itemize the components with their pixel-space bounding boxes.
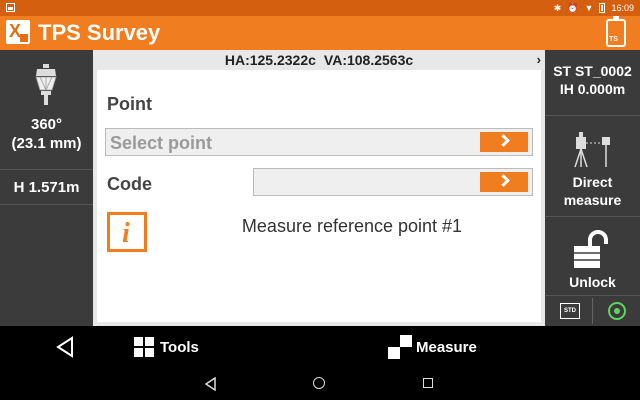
status-icons: ✱ ⏰ ▼ 16:09 bbox=[554, 2, 634, 14]
angle-readout: HA:125.2322c VA:108.2563c bbox=[93, 50, 545, 70]
total-station-icon bbox=[574, 132, 610, 168]
va-value: VA:108.2563c bbox=[323, 52, 414, 68]
point-select-button[interactable] bbox=[480, 132, 528, 152]
unlock-button[interactable]: Unlock bbox=[545, 218, 640, 296]
tools-label: Tools bbox=[160, 338, 199, 356]
app-header: TPS Survey TS bbox=[0, 16, 640, 50]
point-placeholder: Select point bbox=[110, 133, 213, 153]
info-message: Measure reference point #1 bbox=[241, 216, 463, 236]
ts-badge-text: TS bbox=[609, 36, 618, 43]
status-time: 16:09 bbox=[611, 3, 634, 13]
measure-button[interactable]: Measure bbox=[388, 334, 477, 360]
prism-constant: (23.1 mm) bbox=[11, 135, 82, 152]
measure-target-icon bbox=[388, 335, 412, 359]
bottom-app-bar: Tools Measure bbox=[0, 326, 640, 368]
home-icon[interactable] bbox=[313, 377, 325, 389]
unlock-icon bbox=[574, 230, 608, 268]
gallery-notification-icon bbox=[6, 3, 15, 12]
battery-icon bbox=[599, 3, 606, 13]
chevron-right-icon bbox=[497, 134, 510, 147]
form-area: Point Select point Code i Measure refere… bbox=[97, 70, 541, 322]
connection-status-icon[interactable] bbox=[608, 302, 626, 320]
main-panel: HA:125.2322c VA:108.2563c › Point Select … bbox=[93, 50, 545, 326]
screen: ✱ ⏰ ▼ 16:09 TPS Survey TS 36 bbox=[0, 0, 640, 400]
angle-readout-expand-icon[interactable]: › bbox=[537, 52, 541, 67]
unlock-label: Unlock bbox=[569, 274, 616, 290]
measure-label: Measure bbox=[416, 338, 477, 356]
recents-icon[interactable] bbox=[423, 378, 433, 388]
station-name: ST ST_0002 bbox=[553, 63, 632, 79]
prism-angle: 360° bbox=[30, 116, 63, 133]
back-icon[interactable] bbox=[204, 377, 216, 391]
instrument-height: IH 0.000m bbox=[559, 81, 626, 97]
direct-measure-button[interactable]: Direct measure bbox=[545, 117, 640, 217]
alarm-icon: ⏰ bbox=[567, 3, 579, 13]
prism-360-icon bbox=[35, 64, 57, 105]
left-panel: 360° (23.1 mm) H 1.571m bbox=[0, 50, 93, 326]
status-bar: ✱ ⏰ ▼ 16:09 bbox=[0, 0, 640, 16]
code-field[interactable] bbox=[253, 168, 533, 196]
target-height-button[interactable]: H 1.571m bbox=[0, 171, 93, 205]
info-icon: i bbox=[107, 212, 147, 252]
chevron-right-icon bbox=[497, 174, 510, 187]
prism-selector[interactable]: 360° (23.1 mm) bbox=[0, 50, 93, 170]
target-height: H 1.571m bbox=[13, 179, 80, 196]
point-select-field[interactable]: Select point bbox=[105, 128, 533, 156]
std-mode-badge[interactable]: STD bbox=[560, 303, 580, 319]
code-select-button[interactable] bbox=[480, 172, 528, 192]
divider bbox=[592, 298, 593, 324]
tools-button[interactable]: Tools bbox=[134, 336, 199, 358]
station-info-button[interactable]: ST ST_0002 IH 0.000m bbox=[545, 50, 640, 116]
code-label: Code bbox=[107, 174, 152, 194]
wifi-icon: ▼ bbox=[584, 3, 594, 13]
grid-icon bbox=[134, 337, 154, 357]
system-nav-bar bbox=[0, 368, 640, 400]
app-title: TPS Survey bbox=[38, 20, 161, 45]
direct-measure-label: Direct measure bbox=[563, 174, 622, 208]
bluetooth-icon: ✱ bbox=[553, 3, 562, 13]
ha-value: HA:125.2322c bbox=[224, 52, 316, 68]
instrument-battery-icon[interactable]: TS bbox=[606, 16, 626, 47]
back-arrow-icon[interactable] bbox=[54, 336, 76, 358]
x-pad-logo-icon[interactable] bbox=[6, 20, 30, 44]
point-label: Point bbox=[107, 94, 152, 114]
right-panel: ST ST_0002 IH 0.000m Direct measure Unlo… bbox=[545, 50, 640, 326]
